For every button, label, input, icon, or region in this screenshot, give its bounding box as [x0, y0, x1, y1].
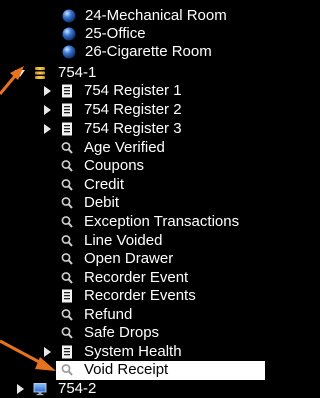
callout-arrows: [0, 66, 56, 371]
callout-arrow-754-1: [0, 66, 24, 95]
callout-arrow-void-receipt: [0, 339, 56, 371]
